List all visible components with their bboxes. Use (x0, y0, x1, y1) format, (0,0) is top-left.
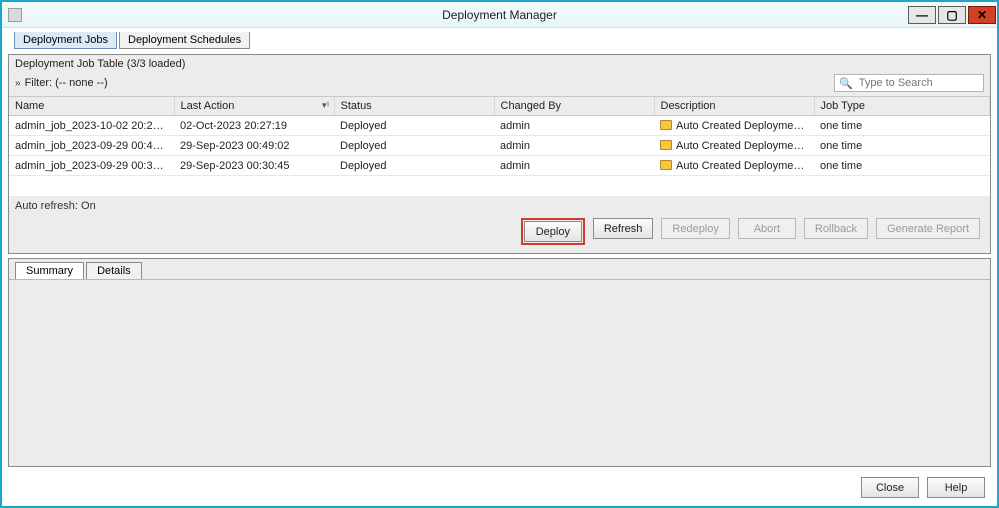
cell-name: admin_job_2023-09-29 00:48:45.286 (9, 136, 174, 156)
cell-description: Auto Created Deployment Job in Non ... (654, 136, 814, 156)
cell-name: admin_job_2023-09-29 00:30:09.419 (9, 156, 174, 176)
cell-changed-by: admin (494, 136, 654, 156)
titlebar: Deployment Manager — ▢ ✕ (2, 2, 997, 28)
col-name[interactable]: Name (9, 97, 174, 116)
cell-changed-by: admin (494, 116, 654, 136)
help-button[interactable]: Help (927, 477, 985, 498)
col-last-action[interactable]: Last Action ▾¹ (174, 97, 334, 116)
deployment-manager-window: Deployment Manager — ▢ ✕ Deployment Jobs… (0, 0, 999, 508)
redeploy-button: Redeploy (661, 218, 729, 239)
filter-label: Filter: (-- none --) (25, 77, 108, 89)
window-title: Deployment Manager (2, 8, 997, 22)
cell-name: admin_job_2023-10-02 20:27:09.396 (9, 116, 174, 136)
cell-description: Auto Created Deployment Job in Non ... (654, 116, 814, 136)
col-description[interactable]: Description (654, 97, 814, 116)
cell-description: Auto Created Deployment Job in Non ... (654, 156, 814, 176)
deploy-highlight: Deploy (521, 218, 585, 245)
col-job-type[interactable]: Job Type (814, 97, 990, 116)
col-status[interactable]: Status (334, 97, 494, 116)
cell-job-type: one time (814, 116, 990, 136)
table-row[interactable]: admin_job_2023-10-02 20:27:09.39602-Oct-… (9, 116, 990, 136)
cell-last-action: 02-Oct-2023 20:27:19 (174, 116, 334, 136)
tab-details[interactable]: Details (86, 262, 142, 279)
col-changed-by[interactable]: Changed By (494, 97, 654, 116)
filter-expand-icon[interactable]: » (15, 78, 19, 89)
folder-icon (660, 140, 672, 150)
bottom-tabs: Summary Details (9, 259, 990, 280)
cell-status: Deployed (334, 136, 494, 156)
folder-icon (660, 120, 672, 130)
cell-status: Deployed (334, 156, 494, 176)
search-input[interactable] (857, 76, 979, 90)
grid-header-row: Name Last Action ▾¹ Status Changed By De… (9, 97, 990, 116)
details-panel: Summary Details (8, 258, 991, 467)
auto-refresh-label: Auto refresh: On (9, 196, 990, 212)
rollback-button: Rollback (804, 218, 868, 239)
footer-buttons: Close Help (8, 471, 991, 498)
tab-deployment-schedules[interactable]: Deployment Schedules (119, 32, 250, 49)
cell-changed-by: admin (494, 156, 654, 176)
table-row[interactable]: admin_job_2023-09-29 00:30:09.41929-Sep-… (9, 156, 990, 176)
deploy-button[interactable]: Deploy (524, 221, 582, 242)
folder-icon (660, 160, 672, 170)
details-body (9, 280, 990, 466)
table-row[interactable]: admin_job_2023-09-29 00:48:45.28629-Sep-… (9, 136, 990, 156)
abort-button: Abort (738, 218, 796, 239)
search-box[interactable]: 🔍 (834, 74, 984, 92)
filter-row: » Filter: (-- none --) 🔍 (9, 72, 990, 96)
action-buttons: Deploy Refresh Redeploy Abort Rollback G… (9, 212, 990, 253)
search-icon: 🔍 (839, 77, 853, 90)
cell-last-action: 29-Sep-2023 00:30:45 (174, 156, 334, 176)
cell-status: Deployed (334, 116, 494, 136)
window-body: Deployment Jobs Deployment Schedules Dep… (2, 28, 997, 506)
generate-report-button: Generate Report (876, 218, 980, 239)
job-table-panel: Deployment Job Table (3/3 loaded) » Filt… (8, 54, 991, 254)
job-table-title: Deployment Job Table (3/3 loaded) (9, 55, 990, 72)
cell-job-type: one time (814, 156, 990, 176)
close-button[interactable]: Close (861, 477, 919, 498)
cell-job-type: one time (814, 136, 990, 156)
tab-summary[interactable]: Summary (15, 262, 84, 279)
refresh-button[interactable]: Refresh (593, 218, 654, 239)
tab-deployment-jobs[interactable]: Deployment Jobs (14, 32, 117, 49)
top-tabs: Deployment Jobs Deployment Schedules (8, 33, 991, 50)
job-grid: Name Last Action ▾¹ Status Changed By De… (9, 96, 990, 196)
cell-last-action: 29-Sep-2023 00:49:02 (174, 136, 334, 156)
sort-indicator-icon: ▾¹ (322, 100, 330, 111)
